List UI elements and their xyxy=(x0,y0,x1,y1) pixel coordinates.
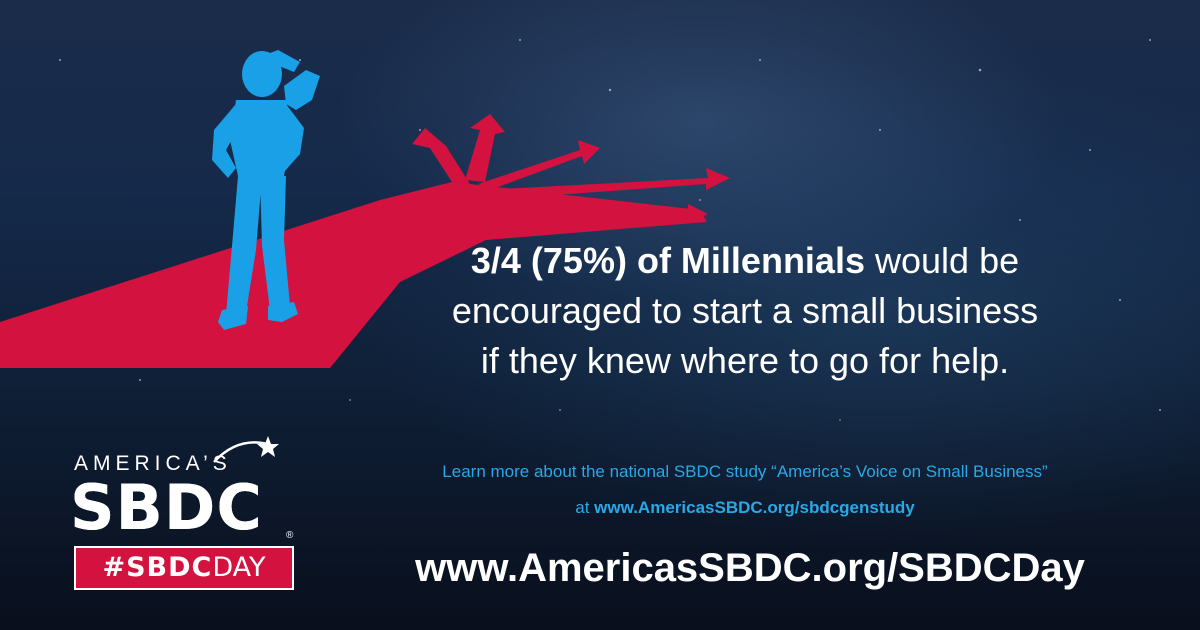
headline-line2: encouraged to start a small business xyxy=(451,290,1039,331)
hashtag-bold: #SBDC xyxy=(102,552,213,583)
americas-sbdc-logo: AMERICA’S SBDC ® #SBDCDAY xyxy=(60,430,310,600)
registered-mark: ® xyxy=(286,530,294,541)
headline-bold: 3/4 (75%) of Millennials xyxy=(470,240,865,281)
arrow-branch-3 xyxy=(478,140,600,190)
study-link-prefix: at xyxy=(575,498,590,517)
study-link-line: at www.AmericasSBDC.org/sbdcgenstudy xyxy=(360,495,1130,521)
arrow-branch-2 xyxy=(465,114,505,182)
study-note: Learn more about the national SBDC study… xyxy=(442,462,1048,481)
headline: 3/4 (75%) of Millennials would be encour… xyxy=(430,236,1060,386)
sbdc-day-banner: 3/4 (75%) of Millennials would be encour… xyxy=(0,0,1200,630)
logo-wordmark: SBDC xyxy=(70,471,263,544)
hashtag-text: #SBDCDAY xyxy=(76,548,292,588)
study-link[interactable]: www.AmericasSBDC.org/sbdcgenstudy xyxy=(594,498,915,517)
arrow-branch-1 xyxy=(412,128,470,184)
headline-line1-rest: would be xyxy=(875,240,1020,281)
sbdc-day-link[interactable]: www.AmericasSBDC.org/SBDCDay xyxy=(380,542,1120,594)
hashtag-light: DAY xyxy=(212,552,266,583)
headline-line3: if they knew where to go for help. xyxy=(480,340,1010,381)
hashtag-badge: #SBDCDAY xyxy=(74,546,294,590)
